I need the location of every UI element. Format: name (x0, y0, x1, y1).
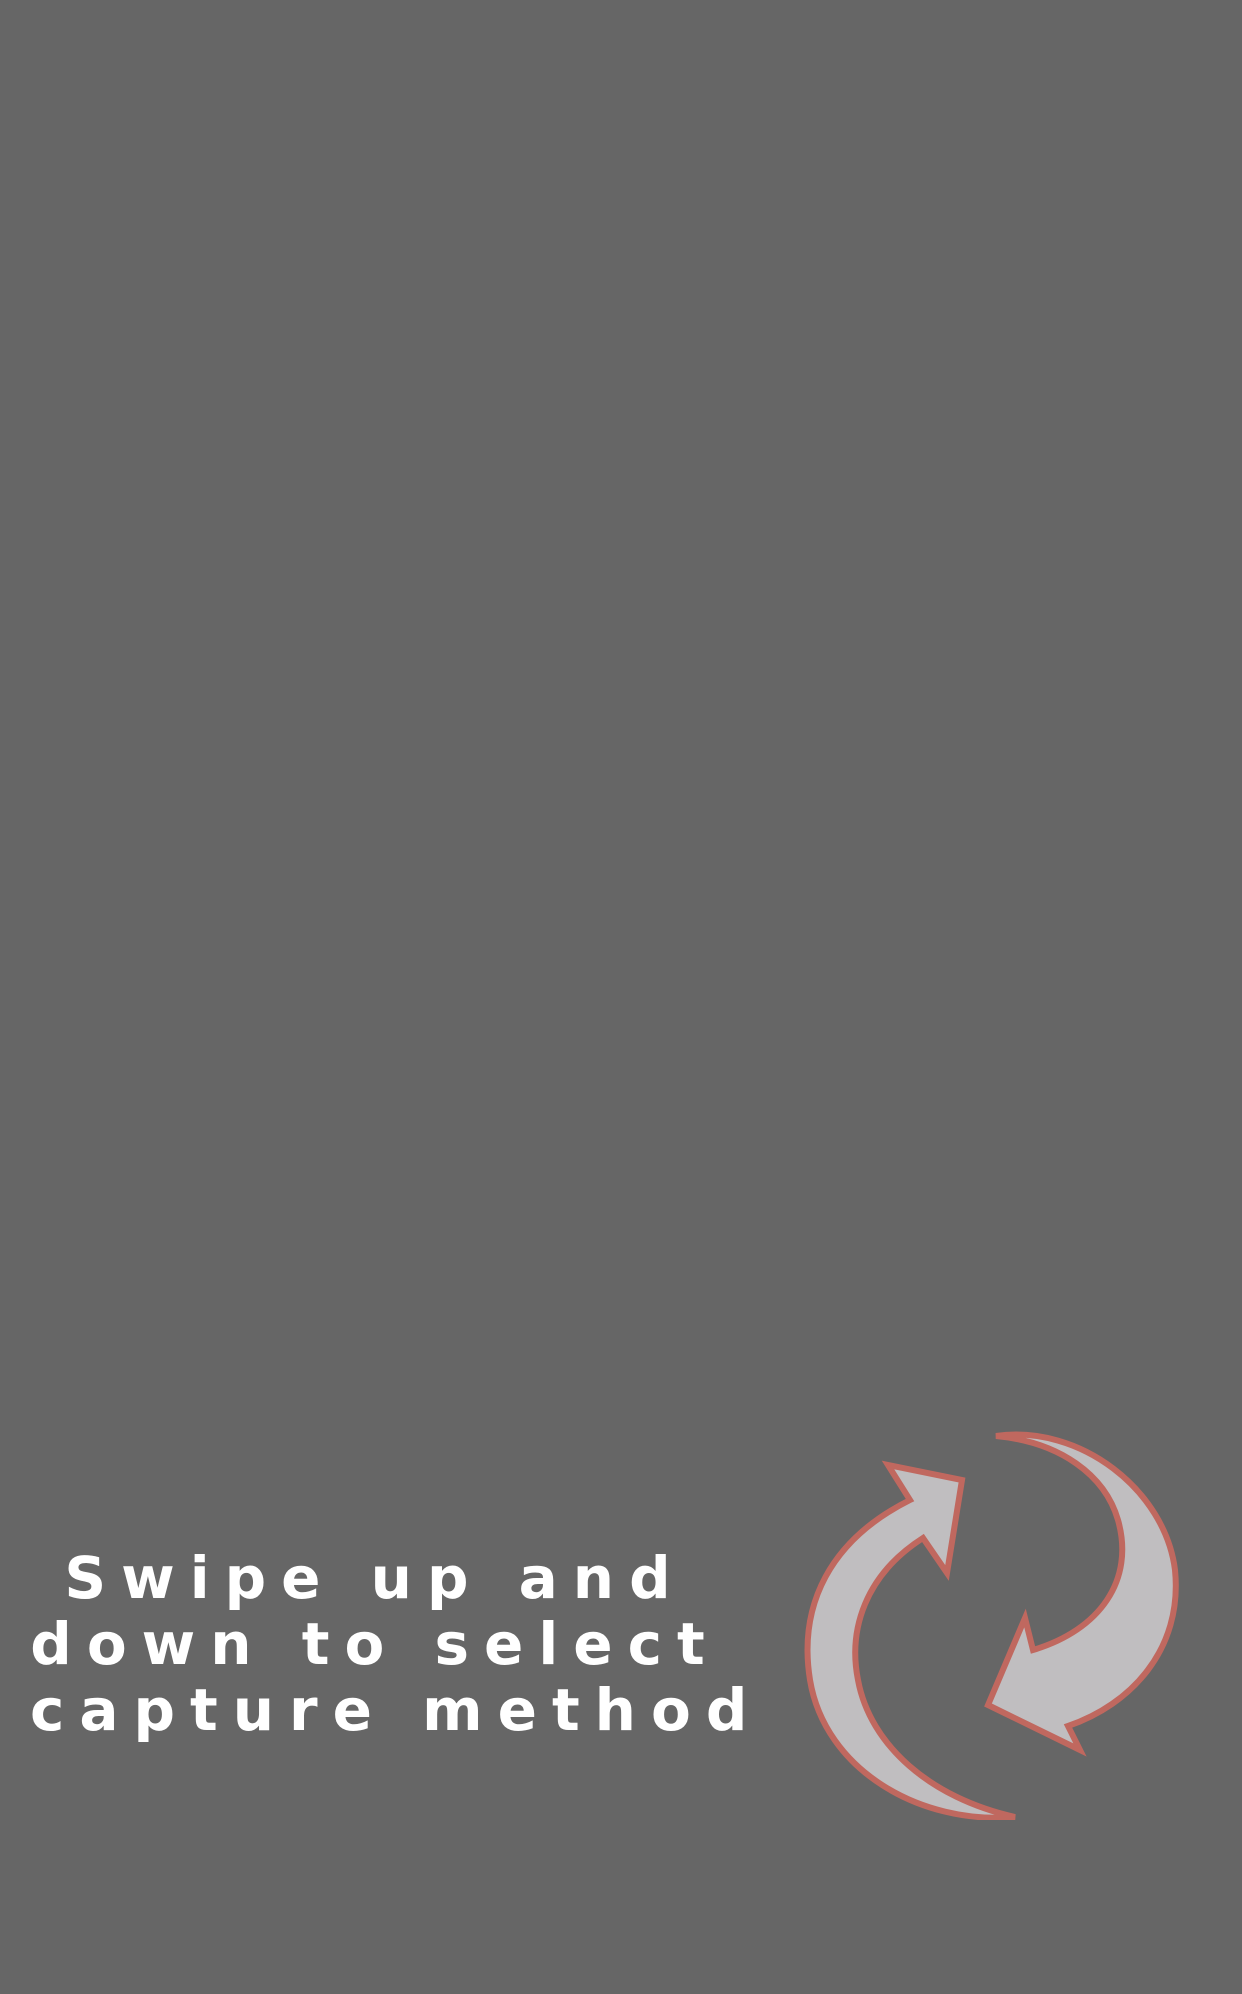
rotate-arrows-icon (804, 1431, 1179, 1820)
swipe-hint-text: Swipe up and down to select capture meth… (30, 1544, 763, 1744)
rotate-arrow-down-icon (984, 1431, 1179, 1757)
swipe-hint-line-1: Swipe up and (64, 1544, 686, 1612)
swipe-hint-line-3: capture method (30, 1676, 763, 1744)
capture-method-overlay[interactable]: Swipe up and down to select capture meth… (0, 0, 1242, 1994)
swipe-hint-line-2: down to select (30, 1610, 720, 1678)
rotate-arrow-up-icon (804, 1460, 1016, 1820)
